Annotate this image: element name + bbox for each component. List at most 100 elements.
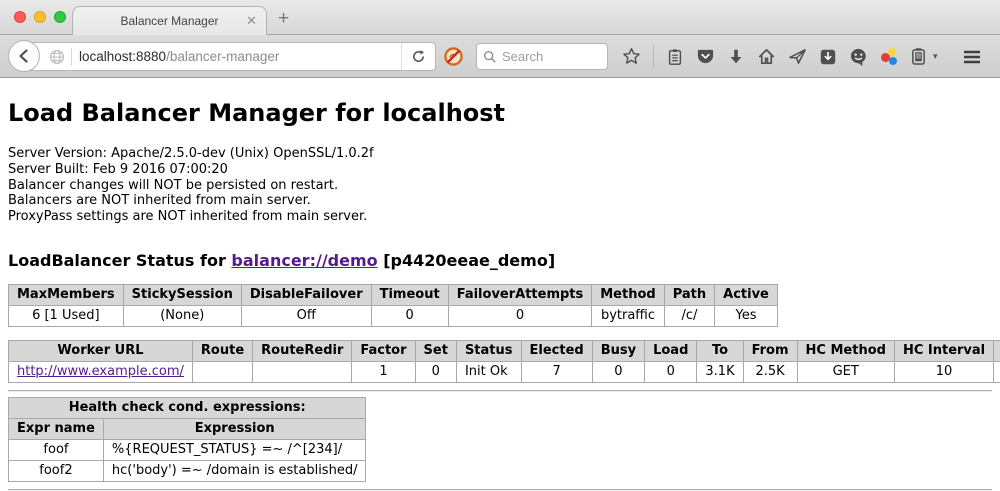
column-header: Set <box>415 340 456 361</box>
load-value: 0 <box>645 361 697 382</box>
maxmembers-value: 6 [1 Used] <box>9 305 124 326</box>
column-header: Load <box>645 340 697 361</box>
disablefailover-value: Off <box>241 305 371 326</box>
new-tab-button[interactable]: + <box>278 8 289 30</box>
send-tab-icon[interactable] <box>788 47 807 66</box>
clipper-extension-icon[interactable] <box>910 47 927 66</box>
column-header: From <box>743 340 797 361</box>
route-value <box>192 361 252 382</box>
column-header: Busy <box>592 340 644 361</box>
url-separator <box>71 48 72 66</box>
column-header: FailoverAttempts <box>448 284 592 305</box>
globe-icon <box>49 49 65 65</box>
set-value: 0 <box>415 361 456 382</box>
save-page-extension-icon[interactable] <box>819 48 837 66</box>
chevron-down-icon[interactable]: ▾ <box>933 51 938 62</box>
column-header: Status <box>456 340 521 361</box>
tab-close-icon[interactable]: ✕ <box>246 13 257 29</box>
navigation-toolbar: localhost:8880/balancer-manager ▾ <box>0 35 1000 78</box>
busy-value: 0 <box>592 361 644 382</box>
from-value: 2.5K <box>743 361 797 382</box>
divider <box>8 390 992 392</box>
column-header: To <box>697 340 743 361</box>
colored-dots-extension-icon[interactable] <box>880 48 898 66</box>
table-row: foof2 hc('body') =~ /domain is establish… <box>9 460 366 481</box>
tab-balancer-manager[interactable]: Balancer Manager ✕ <box>72 6 267 35</box>
column-header: DisableFailover <box>241 284 371 305</box>
home-icon[interactable] <box>757 47 776 66</box>
column-header: Elected <box>521 340 592 361</box>
table-header-row: MaxMembers StickySession DisableFailover… <box>9 284 778 305</box>
column-header: StickySession <box>123 284 241 305</box>
table-header-row: Expr name Expression <box>9 418 366 439</box>
reload-button[interactable] <box>401 43 435 70</box>
search-bar[interactable] <box>476 43 608 70</box>
zoom-window-icon[interactable] <box>54 11 66 23</box>
to-value: 3.1K <box>697 361 743 382</box>
url-path: /balancer-manager <box>166 49 279 64</box>
worker-url-cell: http://www.example.com/ <box>9 361 193 382</box>
hello-smiley-icon[interactable] <box>849 47 868 66</box>
page-title: Load Balancer Manager for localhost <box>8 99 992 127</box>
tab-title: Balancer Manager <box>120 14 218 28</box>
server-built-line: Server Built: Feb 9 2016 07:00:20 <box>8 162 992 178</box>
worker-status-table: Worker URL Route RouteRedir Factor Set S… <box>8 340 1000 383</box>
status-value: Init Ok <box>456 361 521 382</box>
expr-name-value: foof2 <box>9 460 104 481</box>
balancer-demo-link[interactable]: balancer://demo <box>231 251 377 270</box>
table-row: 6 [1 Used] (None) Off 0 0 bytraffic /c/ … <box>9 305 778 326</box>
minimize-window-icon[interactable] <box>34 11 46 23</box>
search-icon <box>483 50 497 64</box>
status-suffix: [p4420eeae_demo] <box>378 251 556 270</box>
column-header: Timeout <box>371 284 448 305</box>
method-value: bytraffic <box>592 305 664 326</box>
downloads-icon[interactable] <box>727 48 745 66</box>
health-check-caption: Health check cond. expressions: <box>9 397 366 418</box>
persist-notice-line: Balancer changes will NOT be persisted o… <box>8 178 992 194</box>
server-version-line: Server Version: Apache/2.5.0-dev (Unix) … <box>8 146 992 162</box>
proxypass-notice-line: ProxyPass settings are NOT inherited fro… <box>8 209 992 225</box>
health-check-table: Health check cond. expressions: Expr nam… <box>8 397 366 482</box>
column-header: Route <box>192 340 252 361</box>
column-header: RouteRedir <box>253 340 352 361</box>
column-header: HC Method <box>797 340 894 361</box>
column-header: Active <box>715 284 778 305</box>
elected-value: 7 <box>521 361 592 382</box>
browser-window: Balancer Manager ✕ + localhost:8880/bala… <box>0 0 1000 491</box>
page-content: Load Balancer Manager for localhost Serv… <box>0 99 1000 491</box>
status-prefix: LoadBalancer Status for <box>8 251 231 270</box>
toolbar-separator <box>653 46 654 68</box>
worker-row: http://www.example.com/ 1 0 Init Ok 7 0 … <box>9 361 1000 382</box>
hc-method-value: GET <box>797 361 894 382</box>
table-caption-row: Health check cond. expressions: <box>9 397 366 418</box>
column-header: Path <box>664 284 714 305</box>
table-row: foof %{REQUEST_STATUS} =~ /^[234]/ <box>9 439 366 460</box>
pocket-icon[interactable] <box>696 47 715 66</box>
tab-strip: Balancer Manager ✕ + <box>0 0 1000 35</box>
table-header-row: Worker URL Route RouteRedir Factor Set S… <box>9 340 1000 361</box>
expression-value: hc('body') =~ /domain is established/ <box>103 460 366 481</box>
bookmark-star-icon[interactable] <box>622 47 641 66</box>
column-header: Expr name <box>9 418 104 439</box>
menu-hamburger-icon[interactable] <box>962 49 982 65</box>
balancer-summary-table: MaxMembers StickySession DisableFailover… <box>8 284 778 327</box>
column-header: Worker URL <box>9 340 193 361</box>
window-controls <box>14 11 66 23</box>
worker-url-link[interactable]: http://www.example.com/ <box>17 364 184 379</box>
reading-list-icon[interactable] <box>666 48 684 66</box>
active-value: Yes <box>715 305 778 326</box>
routeredir-value <box>253 361 352 382</box>
back-button[interactable] <box>8 40 40 72</box>
url-host: localhost:8880 <box>79 49 166 64</box>
close-window-icon[interactable] <box>14 11 26 23</box>
inherit-notice-line: Balancers are NOT inherited from main se… <box>8 193 992 209</box>
search-input[interactable] <box>502 49 601 64</box>
expr-name-value: foof <box>9 439 104 460</box>
back-arrow-icon <box>16 48 32 64</box>
content-blocked-icon[interactable] <box>444 47 463 71</box>
column-header: MaxMembers <box>9 284 124 305</box>
passes-value: 1 (0) <box>994 361 1000 382</box>
url-text: localhost:8880/balancer-manager <box>79 49 401 64</box>
server-info: Server Version: Apache/2.5.0-dev (Unix) … <box>8 146 992 225</box>
url-bar[interactable]: localhost:8880/balancer-manager <box>24 42 436 71</box>
